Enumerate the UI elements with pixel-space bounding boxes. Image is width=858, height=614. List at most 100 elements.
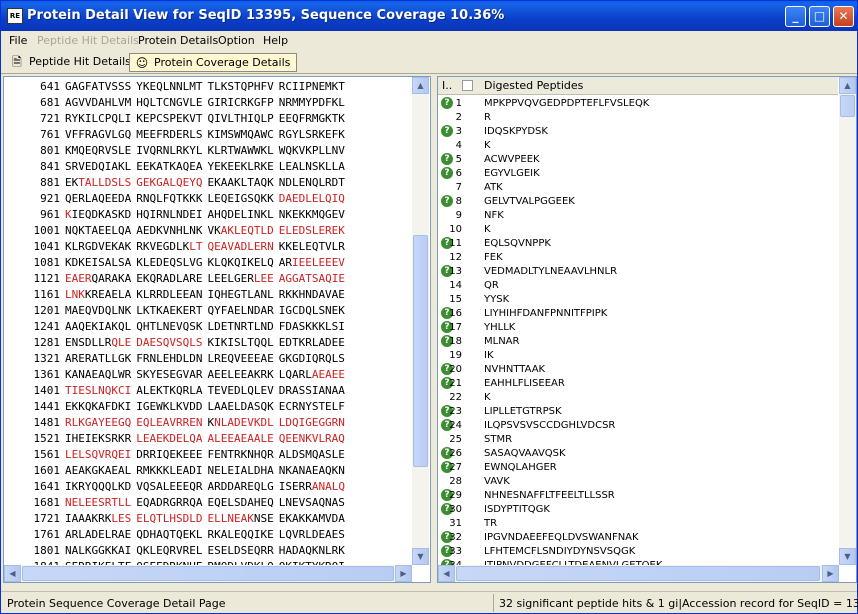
scroll-down-button[interactable]: ▼ [412,548,429,565]
sequence-segment: KMQEQRVSLE [65,144,132,157]
header-index[interactable]: I.. [442,79,452,92]
scroll-thumb[interactable] [456,566,820,581]
sequence-segment: ELQTLHSDLD [136,512,203,525]
row-peptide: IK [484,350,494,361]
close-button[interactable]: ✕ [833,6,854,27]
sequence-segment: TALLDSLS [78,176,132,189]
sequence-block: ARERATLLGK [65,352,131,365]
grid-row[interactable]: ? 27 EWNQLAHGER [438,461,838,475]
grid-row[interactable]: 10 K [438,223,838,237]
peptide-grid[interactable]: I.. Digested Peptides ? 1 MPKPPVQVGEDPDPTE… [437,76,857,583]
scroll-thumb[interactable] [413,235,428,467]
grid-row[interactable]: 12 FEK [438,251,838,265]
grid-vertical-scrollbar[interactable]: ▲ ▼ [839,77,856,565]
sequence-position: 1401 [33,384,61,397]
sequence-segment: KEPCSPEKVT [136,112,203,125]
grid-row[interactable]: ? 3 IDQSKPYDSK [438,125,838,139]
menu-help[interactable]: Help [263,34,288,47]
sequence-horizontal-scrollbar[interactable]: ◀ ▶ [4,565,412,582]
grid-row[interactable]: 4K [438,139,838,153]
sequence-pane[interactable]: 641 GAGFATVSSS YKEQLNNLMT TLKSTQPHFV RCIIPNE… [3,76,431,583]
grid-row[interactable]: ? 29 NHNESNAFFLTFEELTLLSSR [438,489,838,503]
sequence-segment: WQKVKPLLNV [278,144,345,157]
grid-row[interactable]: 25 STMR [438,433,838,447]
grid-row[interactable]: ? 33 LFHTEMCFLSNDIYDYNSVSQGK [438,545,838,559]
grid-row[interactable]: ? 32 IPGVNDAEEFEQLDVSWANFNAK [438,531,838,545]
grid-row[interactable]: 19 IK [438,349,838,363]
sequence-segment: LNEVSAQNAS [278,496,345,509]
menu-file[interactable]: File [9,34,27,47]
tab-protein-coverage-details[interactable]: ☺ Protein Coverage Details [129,53,298,72]
scroll-thumb[interactable] [22,566,394,581]
sequence-block: AEDKVNHLNK [136,224,202,237]
grid-row[interactable]: 22 K [438,391,838,405]
grid-row[interactable]: ? 23 LIPLLETGTRPSK [438,405,838,419]
menu-option[interactable]: Option [218,34,255,47]
sequence-block: LEELGERLEE [207,272,273,285]
scroll-left-button[interactable]: ◀ [4,565,21,582]
grid-horizontal-scrollbar[interactable]: ◀ ▶ [438,565,839,582]
grid-row[interactable]: ? 24 ILQPSVSVSCCDGHLVDCSR [438,419,838,433]
grid-row[interactable]: ? 18 MLNAR [438,335,838,349]
status-left: Protein Sequence Coverage Detail Page [7,597,226,610]
minimize-button[interactable]: _ [785,6,806,27]
title-bar[interactable]: RE Protein Detail View for SeqID 13395, … [1,1,857,31]
sequence-segment: QYFAELNDAR [207,304,274,317]
tab-bar: 🗎 Peptide Hit Details ☺ Protein Coverage… [1,50,857,74]
grid-row[interactable]: 7 ATK [438,181,838,195]
sequence-line: 1241 AAQEKIAKQL QHTLNEVQSK LDETNRTLND FDASKK… [4,319,345,335]
sequence-segment: QKLEQRVREL [136,544,203,557]
sequence-line: 1521 IHEIEKSRKR LEAEKDELQA ALEEAEAALE QEENKV… [4,431,345,447]
grid-row[interactable]: ? 6 EGYVLGEIK [438,167,838,181]
grid-row[interactable]: ? 17 YHLLK [438,321,838,335]
grid-row[interactable]: ? 26 SASAQVAAVQSK [438,447,838,461]
grid-row[interactable]: ? 20 NVHNTTAAK [438,363,838,377]
tab-label: Peptide Hit Details [29,55,131,68]
sequence-block: VQSALEEEQR [136,480,202,493]
scroll-up-button[interactable]: ▲ [839,77,856,94]
scroll-right-button[interactable]: ▶ [822,565,839,582]
grid-row[interactable]: 14 QR [438,279,838,293]
sequence-block: ALEKTKQRLA [136,384,202,397]
scroll-left-button[interactable]: ◀ [438,565,455,582]
sequence-line: 841 SRVEDQIAKL EEKATKAQEA YEKEEKLRKE LEALNSK… [4,159,345,175]
maximize-button[interactable]: □ [809,6,830,27]
sequence-segment: ELLNEAK [207,512,254,525]
menu-protein-details[interactable]: Protein Details [138,34,218,47]
scroll-up-button[interactable]: ▲ [412,77,429,94]
scroll-down-button[interactable]: ▼ [839,548,856,565]
grid-row[interactable]: 28 VAVK [438,475,838,489]
sequence-segment: MEEFRDERLS [136,128,203,141]
header-digested-peptides[interactable]: Digested Peptides [484,79,583,92]
sequence-segment: IEELEEEV [291,256,345,269]
grid-row[interactable]: ? 5 ACWVPEEK [438,153,838,167]
sequence-segment: LEQEIGSQKK [207,192,274,205]
grid-row[interactable]: 31 TR [438,517,838,531]
grid-row[interactable]: ? 16 LIYHIHFDANFPNNITFPIPK [438,307,838,321]
sequence-segment: IGEWKLKVDD [136,400,203,413]
grid-row[interactable]: ? 21 EAHHLFLISEEAR [438,377,838,391]
scroll-thumb[interactable] [840,95,855,117]
sequence-segment: QARAKA [91,272,132,285]
menu-peptide-hit-details[interactable]: Peptide Hit Details [37,34,139,47]
grid-row[interactable]: ? 8 GELVTVALPGGEEK [438,195,838,209]
grid-row[interactable]: 9 NFK [438,209,838,223]
sequence-segment: RGYLSRKEFK [278,128,345,141]
tab-peptide-hit-details[interactable]: 🗎 Peptide Hit Details [5,53,137,72]
sequence-segment: ALDSMQASLE [278,448,345,461]
sort-icon[interactable] [462,80,473,91]
grid-row[interactable]: ? 30 ISDYPTITQGK [438,503,838,517]
sequence-block: AGVVDAHLVM [65,96,131,109]
sequence-block: LDQIGEGGRN [279,416,345,429]
sequence-vertical-scrollbar[interactable]: ▲ ▼ [412,77,429,565]
grid-row[interactable]: 15 YYSK [438,293,838,307]
sequence-block: IKRYQQQLKD [65,480,131,493]
sequence-segment: VFFRAGVLGQ [65,128,132,141]
grid-row[interactable]: ? 13 VEDMADLTYLNEAAVLHNLR [438,265,838,279]
grid-row[interactable]: 2R [438,111,838,125]
sequence-segment: LEAEKDELQA [136,432,203,445]
grid-row[interactable]: ? 1 MPKPPVQVGEDPDPTEFLFVSLEQK [438,97,838,111]
row-index: 27 [449,462,462,473]
grid-row[interactable]: ? 11 EQLSQVNPPK [438,237,838,251]
scroll-right-button[interactable]: ▶ [395,565,412,582]
